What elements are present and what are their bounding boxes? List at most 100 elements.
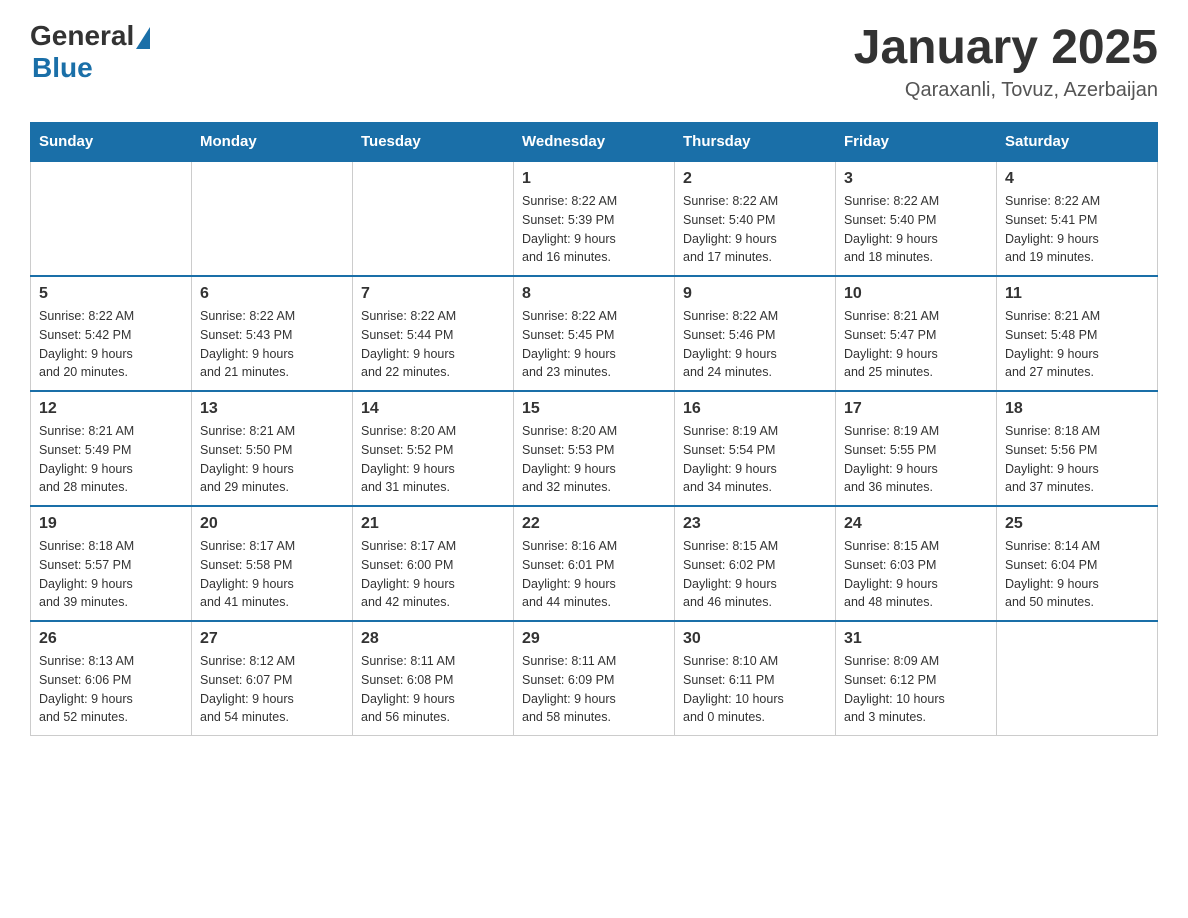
day-info: Sunrise: 8:17 AM Sunset: 6:00 PM Dayligh… [361,537,505,612]
calendar-cell: 15 Sunrise: 8:20 AM Sunset: 5:53 PM Dayli… [514,391,675,506]
day-info: Sunrise: 8:21 AM Sunset: 5:50 PM Dayligh… [200,422,344,497]
day-number: 24 [844,515,988,533]
day-number: 12 [39,400,183,418]
weekday-header-row: SundayMondayTuesdayWednesdayThursdayFrid… [31,123,1158,162]
calendar-cell: 18 Sunrise: 8:18 AM Sunset: 5:56 PM Dayli… [997,391,1158,506]
day-number: 19 [39,515,183,533]
day-info: Sunrise: 8:12 AM Sunset: 6:07 PM Dayligh… [200,652,344,727]
day-number: 6 [200,285,344,303]
day-info: Sunrise: 8:16 AM Sunset: 6:01 PM Dayligh… [522,537,666,612]
calendar-cell: 10Sunrise: 8:21 AM Sunset: 5:47 PM Dayli… [836,276,997,391]
day-info: Sunrise: 8:22 AM Sunset: 5:39 PM Dayligh… [522,192,666,267]
logo-general-text: General [30,20,134,52]
day-number: 4 [1005,170,1149,188]
calendar-cell [192,161,353,276]
location: Qaraxanli, Tovuz, Azerbaijan [854,79,1158,102]
day-info: Sunrise: 8:09 AM Sunset: 6:12 PM Dayligh… [844,652,988,727]
calendar-cell: 7 Sunrise: 8:22 AM Sunset: 5:44 PM Daylig… [353,276,514,391]
calendar-cell: 3 Sunrise: 8:22 AM Sunset: 5:40 PM Daylig… [836,161,997,276]
calendar-table: SundayMondayTuesdayWednesdayThursdayFrid… [30,122,1158,736]
calendar-cell: 25 Sunrise: 8:14 AM Sunset: 6:04 PM Dayli… [997,506,1158,621]
weekday-header-friday: Friday [836,123,997,162]
day-number: 9 [683,285,827,303]
title-area: January 2025 Qaraxanli, Tovuz, Azerbaija… [854,20,1158,102]
day-info: Sunrise: 8:19 AM Sunset: 5:55 PM Dayligh… [844,422,988,497]
calendar-week-row: 19Sunrise: 8:18 AM Sunset: 5:57 PM Dayli… [31,506,1158,621]
calendar-cell: 27 Sunrise: 8:12 AM Sunset: 6:07 PM Dayli… [192,621,353,736]
calendar-cell: 4Sunrise: 8:22 AM Sunset: 5:41 PM Daylig… [997,161,1158,276]
day-info: Sunrise: 8:15 AM Sunset: 6:02 PM Dayligh… [683,537,827,612]
calendar-cell: 12 Sunrise: 8:21 AM Sunset: 5:49 PM Dayli… [31,391,192,506]
day-number: 8 [522,285,666,303]
day-number: 25 [1005,515,1149,533]
day-number: 11 [1005,285,1149,303]
day-number: 14 [361,400,505,418]
day-number: 1 [522,170,666,188]
day-info: Sunrise: 8:15 AM Sunset: 6:03 PM Dayligh… [844,537,988,612]
calendar-cell: 21 Sunrise: 8:17 AM Sunset: 6:00 PM Dayli… [353,506,514,621]
day-info: Sunrise: 8:22 AM Sunset: 5:46 PM Dayligh… [683,307,827,382]
calendar-cell: 22 Sunrise: 8:16 AM Sunset: 6:01 PM Dayli… [514,506,675,621]
page-header: General Blue January 2025 Qaraxanli, Tov… [30,20,1158,102]
day-number: 26 [39,630,183,648]
logo-blue-text: Blue [32,52,93,84]
day-info: Sunrise: 8:18 AM Sunset: 5:56 PM Dayligh… [1005,422,1149,497]
weekday-header-thursday: Thursday [675,123,836,162]
calendar-cell [31,161,192,276]
day-info: Sunrise: 8:21 AM Sunset: 5:48 PM Dayligh… [1005,307,1149,382]
day-info: Sunrise: 8:19 AM Sunset: 5:54 PM Dayligh… [683,422,827,497]
day-info: Sunrise: 8:20 AM Sunset: 5:53 PM Dayligh… [522,422,666,497]
month-title: January 2025 [854,20,1158,75]
day-info: Sunrise: 8:22 AM Sunset: 5:40 PM Dayligh… [844,192,988,267]
day-info: Sunrise: 8:14 AM Sunset: 6:04 PM Dayligh… [1005,537,1149,612]
day-number: 7 [361,285,505,303]
calendar-cell: 13 Sunrise: 8:21 AM Sunset: 5:50 PM Dayli… [192,391,353,506]
day-number: 20 [200,515,344,533]
day-number: 18 [1005,400,1149,418]
calendar-cell: 16 Sunrise: 8:19 AM Sunset: 5:54 PM Dayli… [675,391,836,506]
calendar-cell: 19Sunrise: 8:18 AM Sunset: 5:57 PM Dayli… [31,506,192,621]
calendar-cell: 26 Sunrise: 8:13 AM Sunset: 6:06 PM Dayli… [31,621,192,736]
calendar-cell: 31Sunrise: 8:09 AM Sunset: 6:12 PM Dayli… [836,621,997,736]
day-info: Sunrise: 8:21 AM Sunset: 5:49 PM Dayligh… [39,422,183,497]
calendar-cell: 14Sunrise: 8:20 AM Sunset: 5:52 PM Dayli… [353,391,514,506]
day-number: 16 [683,400,827,418]
day-number: 22 [522,515,666,533]
day-number: 13 [200,400,344,418]
day-number: 27 [200,630,344,648]
day-number: 30 [683,630,827,648]
day-info: Sunrise: 8:11 AM Sunset: 6:08 PM Dayligh… [361,652,505,727]
calendar-cell: 17 Sunrise: 8:19 AM Sunset: 5:55 PM Dayli… [836,391,997,506]
calendar-week-row: 5Sunrise: 8:22 AM Sunset: 5:42 PM Daylig… [31,276,1158,391]
logo: General Blue [30,20,150,84]
day-info: Sunrise: 8:22 AM Sunset: 5:43 PM Dayligh… [200,307,344,382]
calendar-cell: 29Sunrise: 8:11 AM Sunset: 6:09 PM Dayli… [514,621,675,736]
day-number: 3 [844,170,988,188]
logo-triangle-icon [136,27,150,49]
calendar-week-row: 1 Sunrise: 8:22 AM Sunset: 5:39 PM Daylig… [31,161,1158,276]
calendar-cell: 11 Sunrise: 8:21 AM Sunset: 5:48 PM Dayli… [997,276,1158,391]
calendar-cell: 23 Sunrise: 8:15 AM Sunset: 6:02 PM Dayli… [675,506,836,621]
calendar-cell: 20Sunrise: 8:17 AM Sunset: 5:58 PM Dayli… [192,506,353,621]
day-number: 15 [522,400,666,418]
day-number: 17 [844,400,988,418]
day-info: Sunrise: 8:22 AM Sunset: 5:44 PM Dayligh… [361,307,505,382]
day-number: 10 [844,285,988,303]
calendar-cell [353,161,514,276]
day-info: Sunrise: 8:11 AM Sunset: 6:09 PM Dayligh… [522,652,666,727]
calendar-cell: 30 Sunrise: 8:10 AM Sunset: 6:11 PM Dayli… [675,621,836,736]
calendar-cell: 5Sunrise: 8:22 AM Sunset: 5:42 PM Daylig… [31,276,192,391]
calendar-cell: 2Sunrise: 8:22 AM Sunset: 5:40 PM Daylig… [675,161,836,276]
weekday-header-tuesday: Tuesday [353,123,514,162]
day-number: 28 [361,630,505,648]
day-number: 23 [683,515,827,533]
day-number: 21 [361,515,505,533]
calendar-week-row: 12 Sunrise: 8:21 AM Sunset: 5:49 PM Dayli… [31,391,1158,506]
day-number: 5 [39,285,183,303]
weekday-header-saturday: Saturday [997,123,1158,162]
calendar-cell: 24 Sunrise: 8:15 AM Sunset: 6:03 PM Dayli… [836,506,997,621]
weekday-header-sunday: Sunday [31,123,192,162]
day-info: Sunrise: 8:13 AM Sunset: 6:06 PM Dayligh… [39,652,183,727]
calendar-cell: 8Sunrise: 8:22 AM Sunset: 5:45 PM Daylig… [514,276,675,391]
day-info: Sunrise: 8:10 AM Sunset: 6:11 PM Dayligh… [683,652,827,727]
